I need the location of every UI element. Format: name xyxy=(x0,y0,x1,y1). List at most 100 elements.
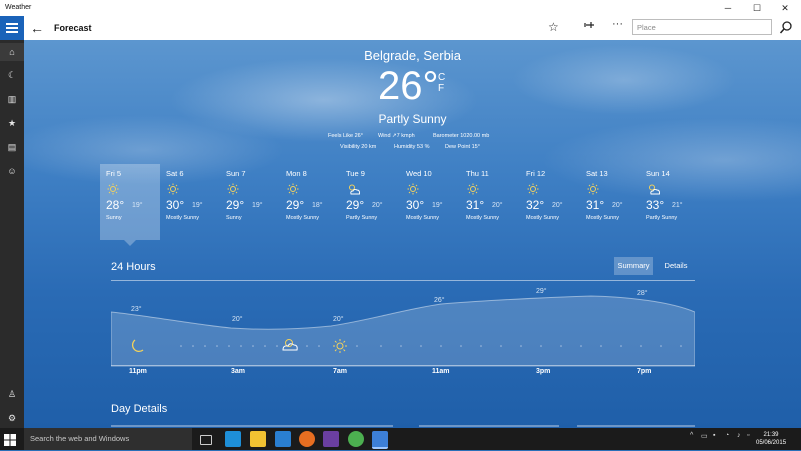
more-options-icon[interactable]: ··· xyxy=(612,18,623,30)
favorite-star-icon[interactable]: ☆ xyxy=(548,20,559,34)
file-explorer-icon[interactable] xyxy=(250,431,266,447)
forecast-day-tile[interactable]: Wed 10 30° 19° Mostly Sunny xyxy=(400,164,460,240)
forecast-condition: Sunny xyxy=(226,215,242,221)
forecast-high: 30° xyxy=(166,198,185,212)
forecast-high: 29° xyxy=(226,198,245,212)
notifications-icon[interactable]: ▫ xyxy=(747,432,749,439)
forecast-high: 31° xyxy=(466,198,485,212)
window-title-bar: Weather ─ ☐ ✕ xyxy=(0,0,801,16)
nav-forecast-home-icon[interactable]: ⌂ xyxy=(0,43,24,61)
hourly-temp: 26° xyxy=(434,297,445,304)
navigation-sidebar: ⌂ ☾ ▥ ★ ▤ ☺ ♙ ⚙ xyxy=(0,40,24,428)
back-arrow-icon[interactable]: ← xyxy=(30,20,44,36)
forecast-day-name: Wed 10 xyxy=(406,169,432,178)
time-label: 11am xyxy=(432,368,450,375)
forecast-day-tile[interactable]: Thu 11 31° 20° Mostly Sunny xyxy=(460,164,520,240)
system-clock[interactable]: 21:39 05/06/2015 xyxy=(756,431,786,447)
visual-studio-icon[interactable] xyxy=(323,431,339,447)
nav-historical-weather-icon[interactable]: ▥ xyxy=(0,90,24,108)
window-title: Weather xyxy=(5,4,32,11)
forecast-day-tile[interactable]: Sat 13 31° 20° Mostly Sunny xyxy=(580,164,640,240)
nav-feedback-smiley-icon[interactable]: ☺ xyxy=(0,162,24,180)
hourly-temp: 20° xyxy=(333,316,344,323)
humidity: Humidity 53 % xyxy=(394,144,430,150)
forecast-high: 29° xyxy=(346,198,365,212)
forecast-day-tile[interactable]: Sat 6 30° 19° Mostly Sunny xyxy=(160,164,220,240)
taskbar-search-box[interactable]: Search the web and Windows xyxy=(24,428,192,450)
dew-point: Dew Point 15° xyxy=(445,144,480,150)
forecast-day-tile[interactable]: Fri 12 32° 20° Mostly Sunny xyxy=(520,164,580,240)
barometer: Barometer 1020.00 mb xyxy=(433,133,490,139)
forecast-day-name: Sat 13 xyxy=(586,169,608,178)
forecast-day-name: Fri 12 xyxy=(526,169,546,178)
nav-news-icon[interactable]: ▤ xyxy=(0,138,24,156)
forecast-main-panel: Belgrade, Serbia 26° C F Partly Sunny Fe… xyxy=(24,40,801,428)
search-icon[interactable] xyxy=(779,19,793,35)
current-temperature: 26° xyxy=(378,64,439,108)
forecast-low: 20° xyxy=(552,202,563,209)
windows-start-icon[interactable] xyxy=(4,433,16,446)
forecast-high: 33° xyxy=(646,198,665,212)
nav-favorites-star-icon[interactable]: ★ xyxy=(0,114,24,132)
forecast-condition: Sunny xyxy=(106,215,122,221)
time-label: 11pm xyxy=(129,368,147,375)
hamburger-menu-icon[interactable] xyxy=(0,16,24,40)
forecast-low: 19° xyxy=(132,202,143,209)
place-search-input[interactable]: Place xyxy=(632,19,772,35)
forecast-day-tile[interactable]: Mon 8 29° 18° Mostly Sunny xyxy=(280,164,340,240)
forecast-day-tile[interactable]: Sun 14 33° 21° Partly Sunny xyxy=(640,164,700,240)
windows-taskbar: Search the web and Windows ^ ▭ ▪ ◔ ♪ ▫ 2… xyxy=(0,428,801,450)
nav-maps-icon[interactable]: ☾ xyxy=(0,66,24,84)
forecast-low: 20° xyxy=(492,202,503,209)
forecast-high: 29° xyxy=(286,198,305,212)
forecast-condition: Partly Sunny xyxy=(646,215,678,221)
firefox-icon[interactable] xyxy=(299,431,315,447)
forecast-low: 21° xyxy=(672,202,683,209)
network-icon[interactable]: ▪ xyxy=(713,432,715,439)
hourly-temp: 28° xyxy=(637,290,648,297)
maximize-button[interactable]: ☐ xyxy=(745,1,769,15)
hourly-temp: 23° xyxy=(131,306,142,313)
store-icon[interactable] xyxy=(275,431,291,447)
forecast-day-name: Sat 6 xyxy=(166,169,184,178)
forecast-day-tile[interactable]: Fri 5 28° 19° Sunny xyxy=(100,164,160,246)
wifi-icon[interactable]: ◔ xyxy=(725,432,729,439)
hourly-temp: 29° xyxy=(536,288,547,295)
task-view-icon[interactable] xyxy=(200,435,212,445)
forecast-condition: Mostly Sunny xyxy=(586,215,620,221)
clock-date: 05/06/2015 xyxy=(756,440,787,446)
forecast-condition: Mostly Sunny xyxy=(406,215,440,221)
battery-icon[interactable]: ▭ xyxy=(701,432,708,440)
volume-icon[interactable]: ♪ xyxy=(737,432,741,439)
time-label: 7pm xyxy=(637,368,652,375)
tab-details[interactable]: Details xyxy=(658,257,694,275)
time-label: 3pm xyxy=(536,368,551,375)
forecast-low: 20° xyxy=(372,202,383,209)
forecast-high: 30° xyxy=(406,198,425,212)
unit-celsius-toggle[interactable]: C xyxy=(438,72,445,83)
hourly-temperature-chart: 23° 20° 20° 26° 29° 28° xyxy=(110,288,696,368)
pin-icon[interactable] xyxy=(584,19,596,34)
weather-app-taskbar-icon[interactable] xyxy=(372,431,388,449)
tab-summary[interactable]: Summary xyxy=(614,257,653,275)
nav-account-icon[interactable]: ♙ xyxy=(0,385,24,403)
chart-baseline xyxy=(111,365,695,366)
time-label: 3am xyxy=(231,368,246,375)
minimize-button[interactable]: ─ xyxy=(716,1,740,15)
edge-browser-icon[interactable] xyxy=(225,431,241,447)
divider xyxy=(577,425,695,427)
forecast-low: 20° xyxy=(612,202,623,209)
location-name: Belgrade, Serbia xyxy=(364,48,461,63)
unit-fahrenheit-toggle[interactable]: F xyxy=(438,83,444,94)
section-title-day-details: Day Details xyxy=(111,403,168,415)
nav-settings-gear-icon[interactable]: ⚙ xyxy=(0,409,24,427)
show-hidden-icons-chevron-icon[interactable]: ^ xyxy=(690,432,693,439)
forecast-day-tile[interactable]: Sun 7 29° 19° Sunny xyxy=(220,164,280,240)
divider xyxy=(111,425,393,427)
divider xyxy=(111,280,695,281)
forecast-day-tile[interactable]: Tue 9 29° 20° Partly Sunny xyxy=(340,164,400,240)
wind: Wind ↗7 kmph xyxy=(378,133,415,139)
forecast-condition: Mostly Sunny xyxy=(466,215,500,221)
close-button[interactable]: ✕ xyxy=(773,1,797,15)
chrome-icon[interactable] xyxy=(348,431,364,447)
